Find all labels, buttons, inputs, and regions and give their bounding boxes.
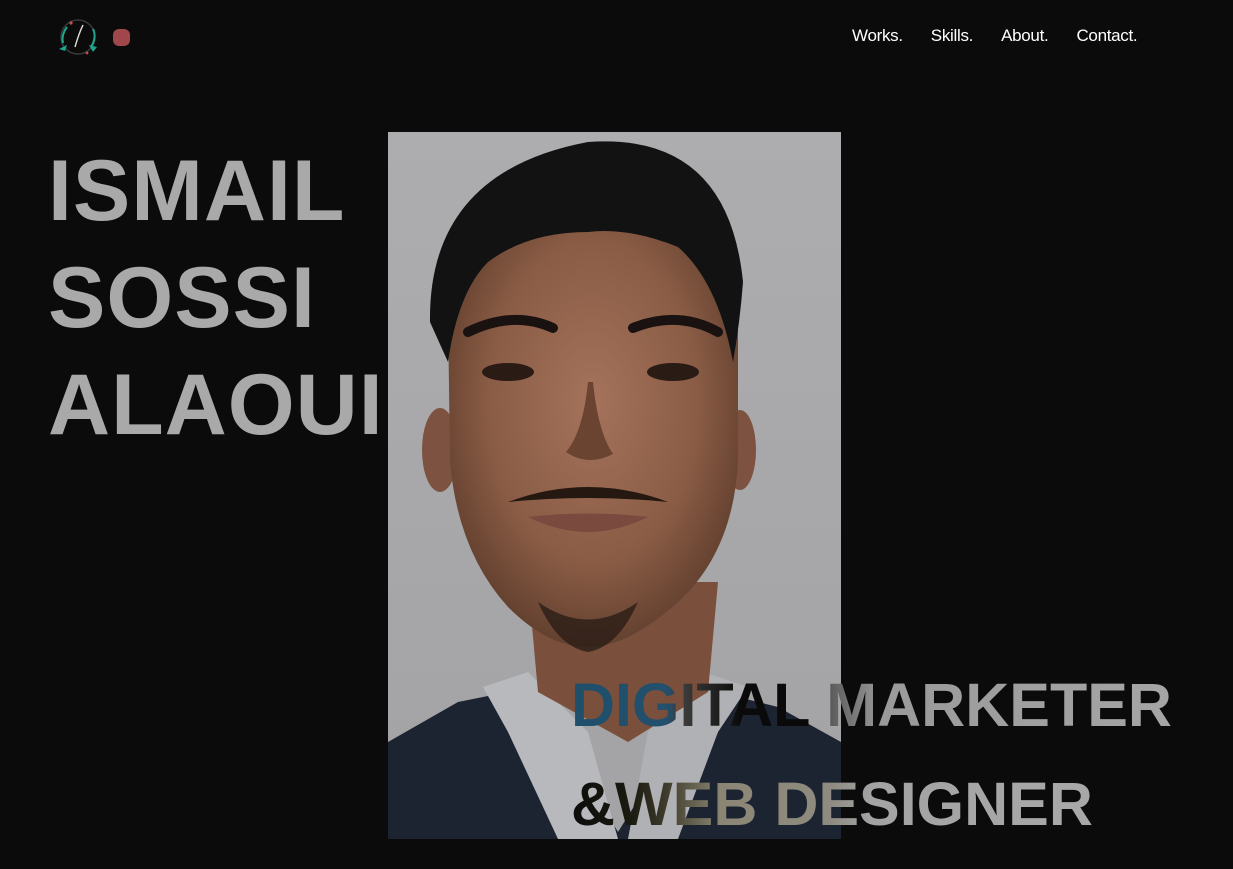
hero-name-line-3: ALAOUI <box>48 357 384 453</box>
hero-tagline: DIGITAL MARKETER &WEB DESIGNER <box>571 656 1172 854</box>
site-logo[interactable] <box>53 15 103 59</box>
tagline-line-2: &WEB DESIGNER <box>571 755 1172 854</box>
portfolio-page: Works. Skills. About. Contact. ISMAIL SO… <box>0 0 1233 869</box>
tagline-line-1: DIGITAL MARKETER <box>571 656 1172 755</box>
hero-name-line-2: SOSSI <box>48 250 316 346</box>
nav-contact-link[interactable]: Contact. <box>1076 26 1137 46</box>
hero-name: ISMAIL SOSSI ALAOUI <box>48 138 384 459</box>
nav-skills-link[interactable]: Skills. <box>931 26 974 46</box>
hero-name-line-1: ISMAIL <box>48 143 346 239</box>
status-dot <box>113 29 130 46</box>
nav-about-link[interactable]: About. <box>1001 26 1049 46</box>
signature-monogram-icon <box>59 19 97 55</box>
nav-works-link[interactable]: Works. <box>852 26 903 46</box>
main-nav: Works. Skills. About. Contact. <box>852 25 1138 47</box>
